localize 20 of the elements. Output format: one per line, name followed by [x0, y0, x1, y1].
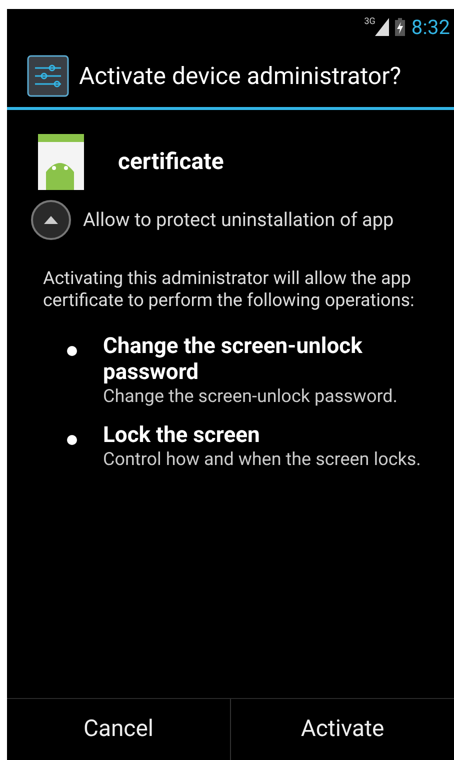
policy-detail: Change the screen-unlock password.	[103, 386, 399, 407]
app-name: certificate	[118, 146, 224, 177]
policy-title: Lock the screen	[103, 423, 261, 449]
dialog-button[interactable]: Activate	[231, 699, 454, 760]
bullet-icon	[67, 346, 77, 356]
clock: 8:32	[411, 17, 450, 37]
settings-sliders-icon	[27, 55, 69, 97]
policy-title: Change the screen-unlock password	[103, 334, 364, 386]
network-label: 3G	[364, 18, 376, 27]
dialog-title: Activate device administrator?	[79, 64, 402, 88]
signal-icon	[375, 18, 390, 36]
description: Activating this administrator will allow the app certificate to perform the following operations:	[42, 268, 416, 312]
battery-charging-icon	[395, 18, 406, 36]
dialog-button[interactable]: Cancel	[7, 699, 230, 760]
bullet-icon	[67, 435, 77, 445]
up-arrow-icon	[43, 215, 59, 225]
details-label: Allow to protect uninstallation of app	[83, 206, 394, 233]
app-icon	[38, 134, 84, 190]
collapse-toggle[interactable]	[31, 200, 71, 240]
policy-detail: Control how and when the screen locks.	[103, 449, 421, 470]
